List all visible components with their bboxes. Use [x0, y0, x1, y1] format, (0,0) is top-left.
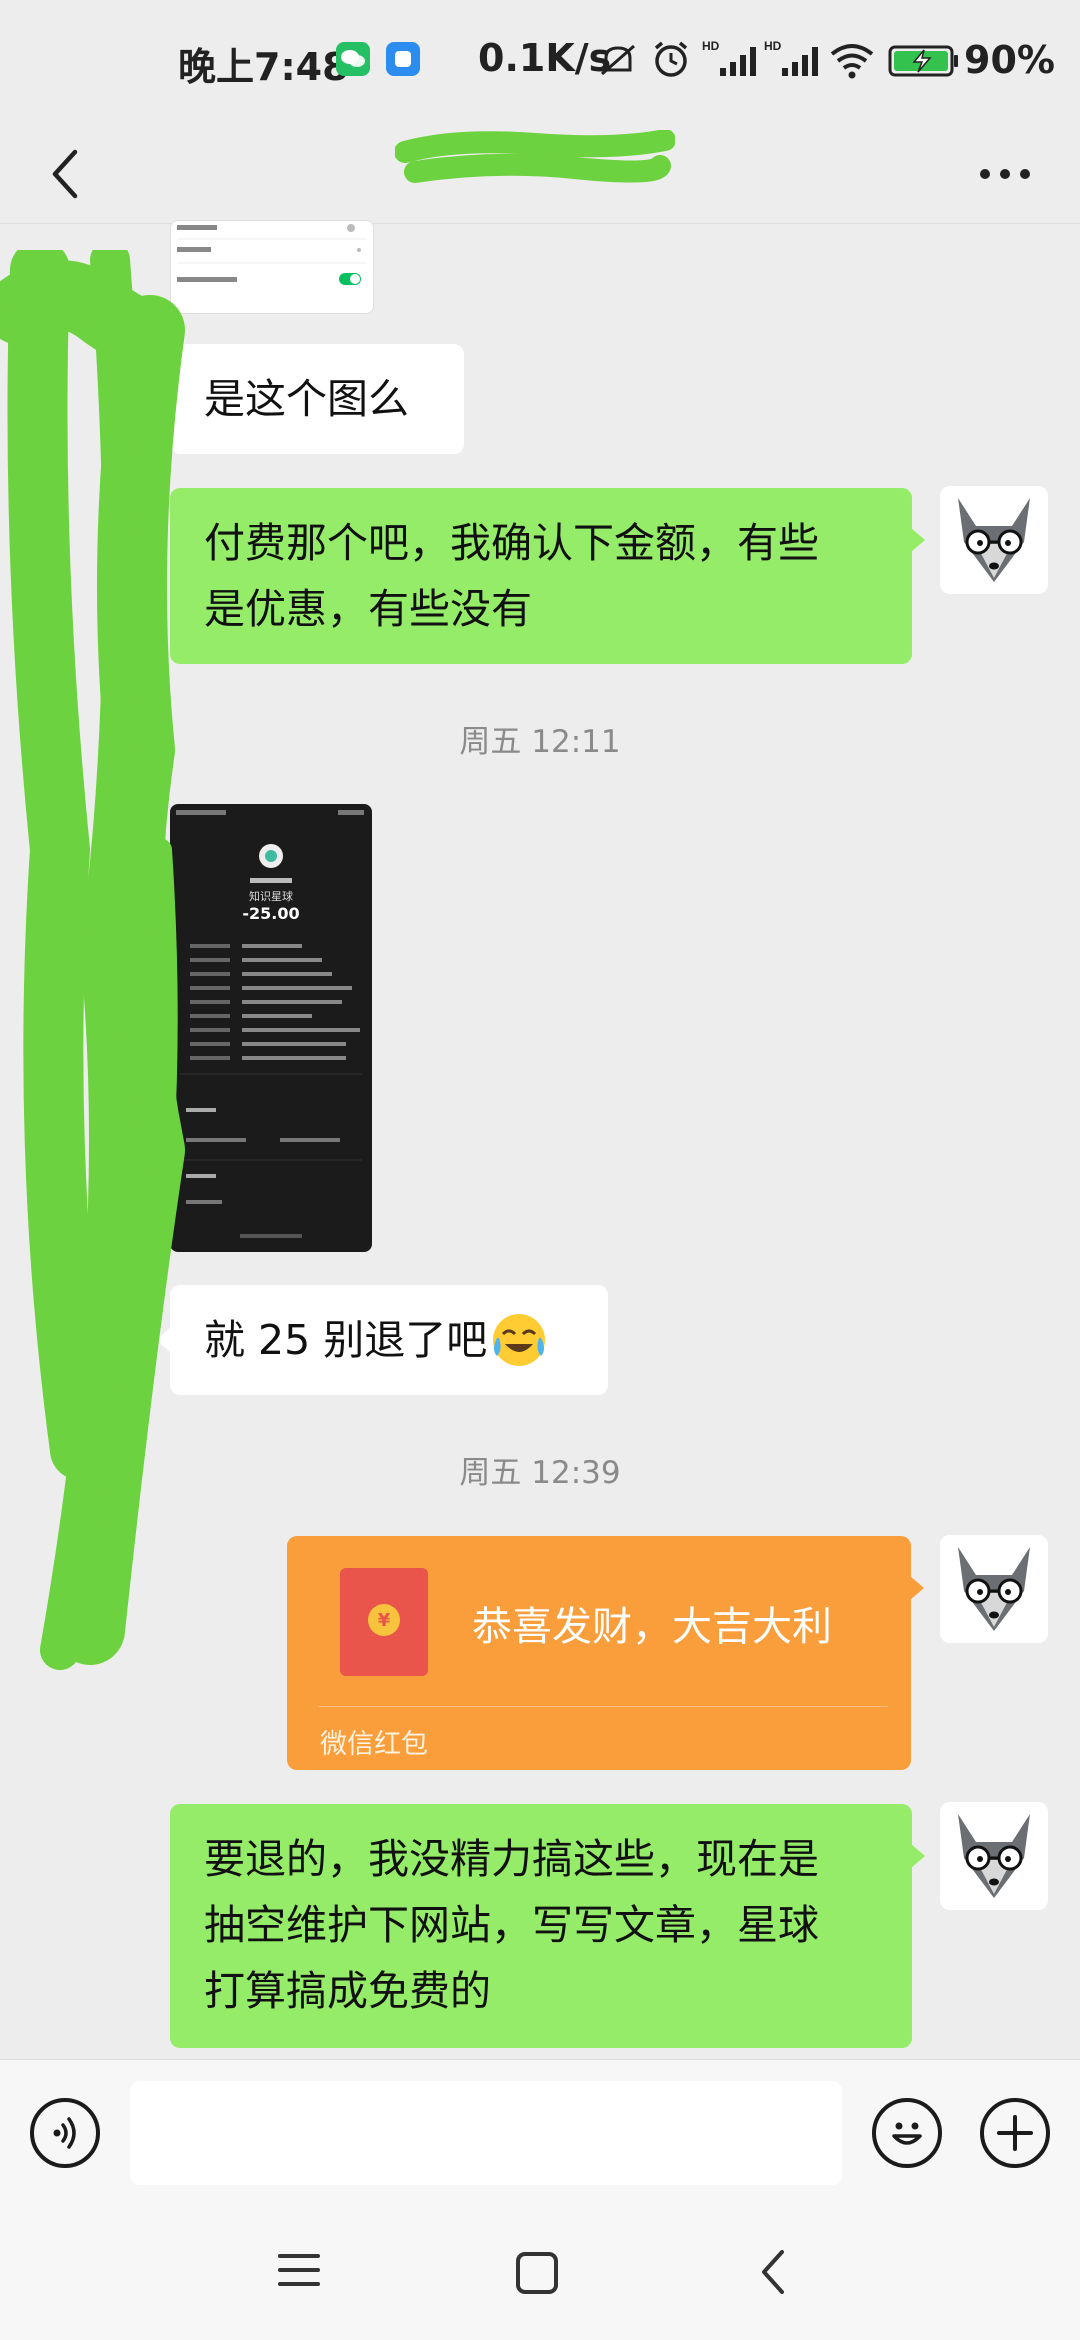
timestamp: 周五 12:39	[459, 1455, 621, 1491]
message-line: 抽空维护下网站，写写文章，星球	[204, 1901, 819, 1949]
plus-icon	[997, 2115, 1033, 2151]
redacted-chat-title	[395, 130, 675, 183]
bubble-tail	[156, 1328, 170, 1352]
yuan-coin-icon: ¥	[368, 1604, 400, 1636]
message-bubble-left[interactable]: 是这个图么	[170, 344, 464, 454]
bubble-tail	[911, 1844, 925, 1868]
alarm-icon	[654, 41, 688, 77]
status-time: 晚上7:48	[178, 45, 349, 89]
message-bubble-left[interactable]: 就 25 别退了吧	[170, 1285, 608, 1395]
user-avatar[interactable]	[940, 1802, 1048, 1910]
crying-laughing-emoji	[493, 1314, 546, 1366]
menu-nav-icon[interactable]	[276, 2250, 322, 2290]
mute-icon	[601, 44, 635, 76]
message-bubble-right[interactable]: 付费那个吧，我确认下金额，有些 是优惠，有些没有	[170, 488, 912, 664]
network-speed: 0.1K/s	[478, 36, 612, 80]
message-bubble-right[interactable]: 要退的，我没精力搞这些，现在是 抽空维护下网站，写写文章，星球 打算搞成免费的	[170, 1804, 912, 2048]
message-input[interactable]	[130, 2081, 842, 2185]
emoji-icon	[892, 2122, 922, 2145]
payment-amount: -25.00	[242, 904, 300, 923]
image-message[interactable]	[170, 220, 374, 314]
message-line: 要退的，我没精力搞这些，现在是	[204, 1835, 819, 1883]
signal-icon: HD	[702, 39, 756, 76]
home-nav-icon[interactable]	[514, 2250, 560, 2296]
voice-button[interactable]	[30, 2098, 100, 2168]
red-packet-divider	[318, 1706, 888, 1707]
more-button[interactable]	[965, 125, 1045, 223]
back-button[interactable]	[30, 125, 100, 223]
bubble-tail	[156, 386, 170, 410]
bubble-tail	[910, 1576, 924, 1600]
signal-icon: HD	[764, 39, 818, 76]
wifi-icon	[830, 44, 874, 79]
red-packet-title: 恭喜发财，大吉大利	[472, 1604, 832, 1650]
image-message[interactable]: 知识星球 -25.00	[170, 804, 372, 1252]
message-text: 就 25 别退了吧	[204, 1316, 488, 1364]
more-dots-icon	[980, 169, 1030, 179]
blue-app-icon	[386, 42, 420, 76]
battery-charging-icon	[888, 45, 958, 77]
svg-text:HD: HD	[702, 39, 720, 53]
wechat-app-icon	[336, 42, 370, 76]
voice-icon	[53, 2117, 76, 2149]
merchant-name: 知识星球	[249, 890, 293, 903]
svg-text:HD: HD	[764, 39, 782, 53]
red-packet-label: 微信红包	[320, 1729, 428, 1760]
user-avatar[interactable]	[940, 486, 1048, 594]
back-nav-icon[interactable]	[758, 2248, 788, 2296]
chevron-left-icon	[52, 149, 78, 199]
settings-screenshot-thumbnail	[177, 224, 367, 285]
payment-screenshot-thumbnail: 知识星球 -25.00	[170, 804, 372, 1252]
battery-percent: 90%	[964, 38, 1055, 82]
plus-button[interactable]	[980, 2098, 1050, 2168]
payment-screenshot-art	[176, 810, 364, 1238]
bubble-tail	[911, 528, 925, 552]
user-avatar[interactable]	[940, 1535, 1048, 1643]
timestamp: 周五 12:11	[459, 724, 621, 760]
message-text: 是这个图么	[204, 375, 409, 423]
message-line: 付费那个吧，我确认下金额，有些	[204, 519, 819, 567]
message-line: 打算搞成免费的	[204, 1967, 491, 2015]
emoji-button[interactable]	[872, 2098, 942, 2168]
message-line: 是优惠，有些没有	[204, 585, 532, 633]
